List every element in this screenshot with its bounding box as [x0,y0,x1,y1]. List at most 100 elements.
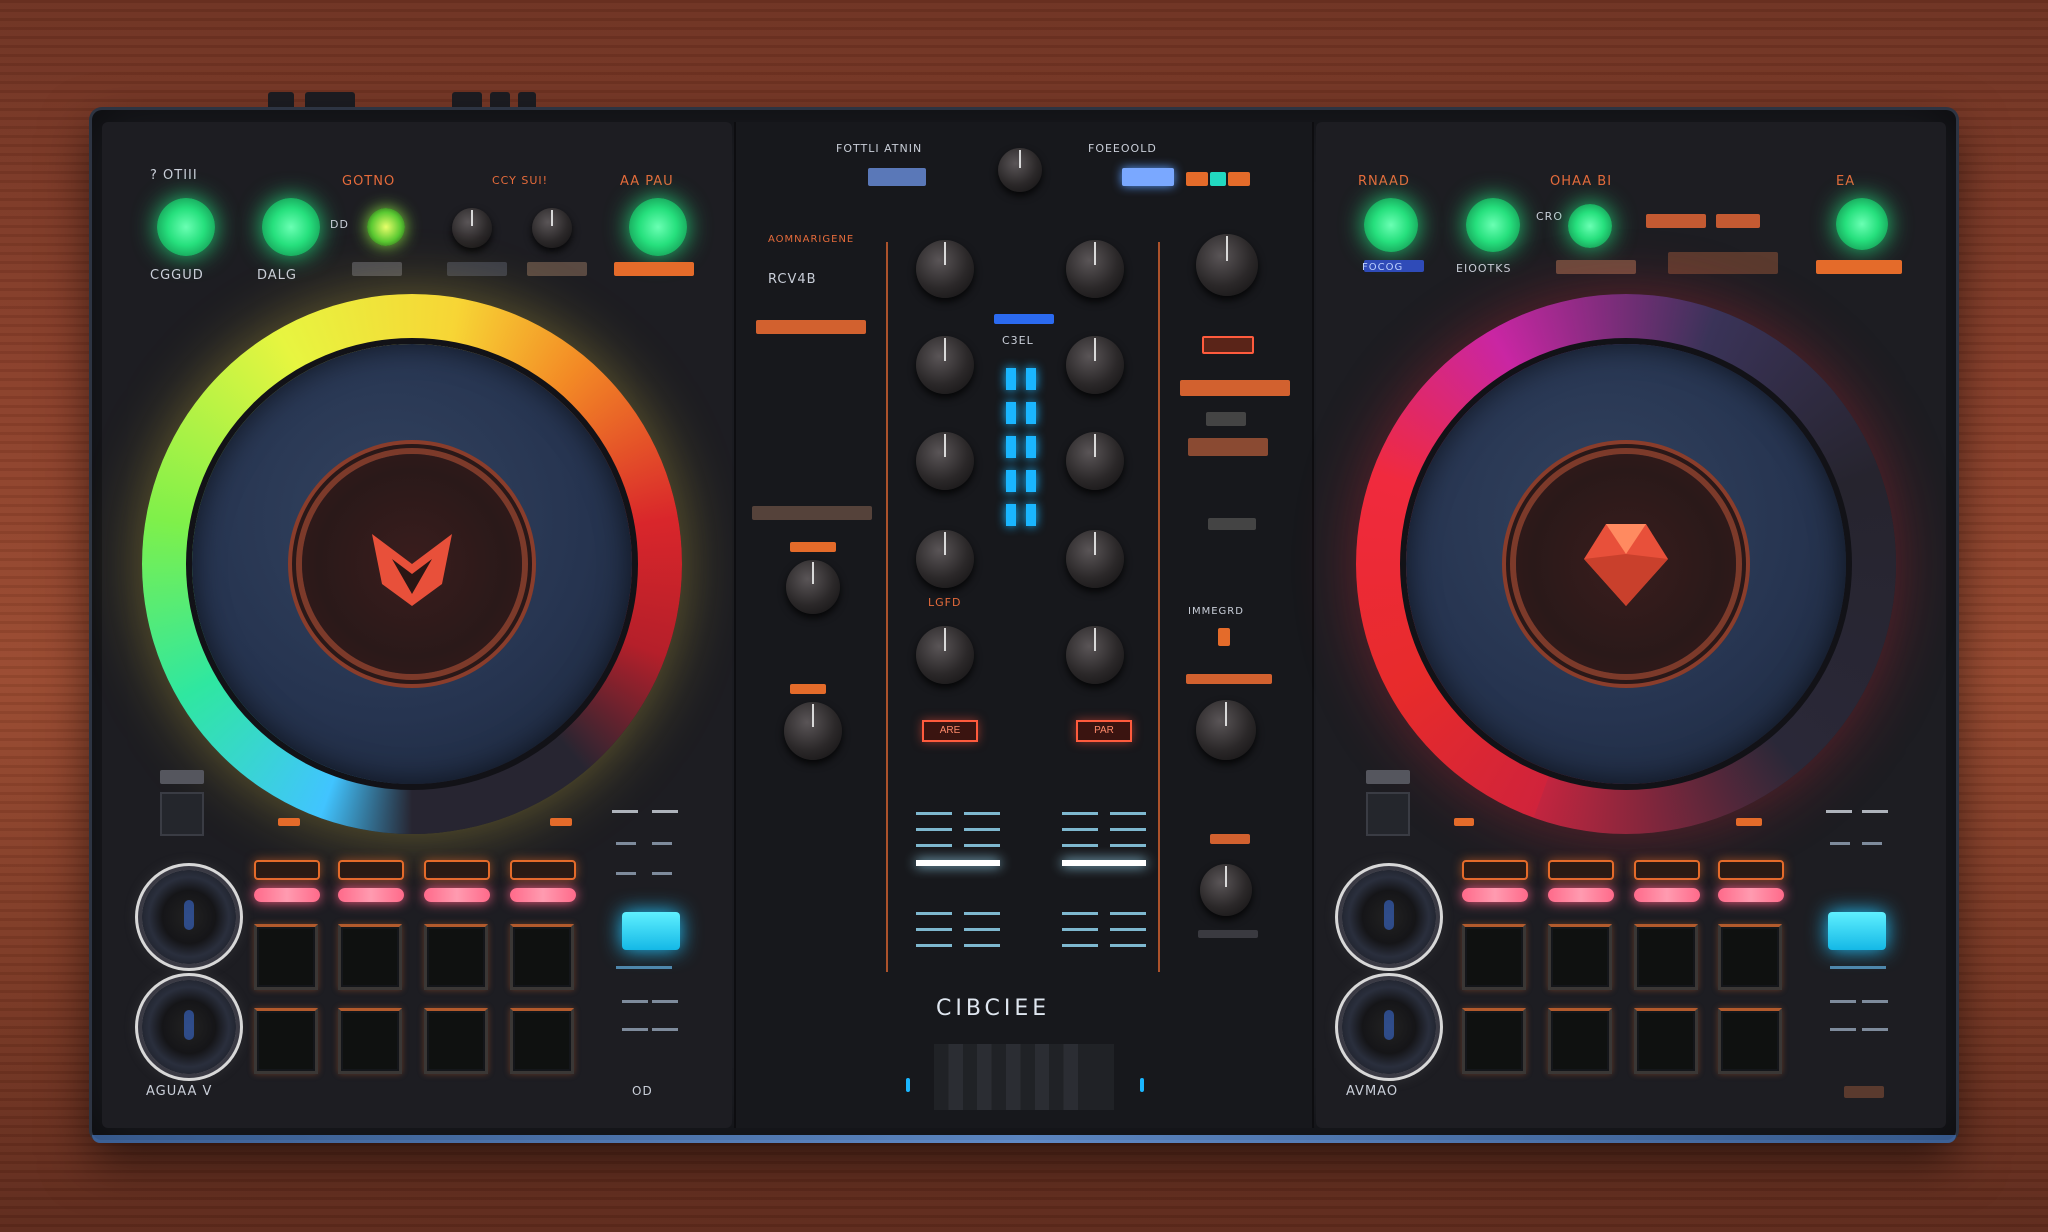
cue-label-b: FOCOG [1362,262,1404,273]
indicator-chip [1228,172,1250,186]
performance-pad-b2[interactable] [1548,924,1612,990]
loop-button-b[interactable] [1366,792,1410,836]
pitch-scale-tick [612,810,638,813]
hot-cue-mode-button-b[interactable] [1462,860,1528,880]
slicer-mode-button-b[interactable] [1634,860,1700,880]
crossfader[interactable] [934,1044,1114,1110]
performance-pad-b3[interactable] [1634,924,1698,990]
fader-scale [1062,912,1098,915]
sync-button[interactable] [367,208,405,246]
roll-mode-button-b[interactable] [1548,860,1614,880]
ch2-filter-knob[interactable] [1066,626,1124,684]
pitch-scale-tick [652,1028,678,1031]
fader-scale [1110,944,1146,947]
level-led [1026,436,1036,458]
fader-scale [964,912,1000,915]
performance-pad-7[interactable] [424,1008,488,1074]
performance-pad-5[interactable] [254,1008,318,1074]
performance-pad-6[interactable] [338,1008,402,1074]
filter-knob-b[interactable] [1342,870,1436,964]
performance-pad-b6[interactable] [1548,1008,1612,1074]
cue-mix-knob[interactable] [784,702,842,760]
performance-pad-b4[interactable] [1718,924,1782,990]
filter-knob[interactable] [142,870,236,964]
performance-pad-2[interactable] [338,924,402,990]
pitch-scale-tick [616,872,636,875]
ch2-cue-button[interactable]: PAR [1076,720,1132,742]
loop-button[interactable] [160,792,204,836]
performance-pad-b7[interactable] [1634,1008,1698,1074]
channel-label: C3EL [1002,334,1034,347]
performance-pad-8[interactable] [510,1008,574,1074]
fx-knob-b[interactable] [1342,980,1436,1074]
deck-a-bottom-label: AGUAA V [146,1084,213,1099]
label-chip [1844,1086,1884,1098]
play-button[interactable] [262,198,320,256]
performance-pad-1[interactable] [254,924,318,990]
shift-button-b[interactable] [1836,198,1888,250]
label-chip [278,818,300,826]
pitch-fader-b[interactable] [1828,912,1886,950]
mode-led [1462,888,1528,902]
ch1-filter-knob[interactable] [916,626,974,684]
ch1-trim-knob[interactable] [916,240,974,298]
performance-pad-3[interactable] [424,924,488,990]
meter-cap [994,314,1054,324]
performance-pad-4[interactable] [510,924,574,990]
hot-cue-mode-button[interactable] [254,860,320,880]
level-led [1006,504,1016,526]
roll-mode-button[interactable] [338,860,404,880]
pitch-scale-tick [616,842,636,845]
display-chip [1122,168,1174,186]
mixer-top-left-label: FOTTLI ATNIN [836,142,923,155]
performance-pad-b1[interactable] [1462,924,1526,990]
label-chip [1454,818,1474,826]
rec-button[interactable] [1202,336,1254,354]
ch2-hi-knob[interactable] [1066,336,1124,394]
sync-button-b[interactable] [1568,204,1612,248]
shift-button[interactable] [629,198,687,256]
slicer-mode-button[interactable] [424,860,490,880]
booth-knob[interactable] [1196,700,1256,760]
label-chip [1188,438,1268,456]
trim-knob[interactable] [452,208,492,248]
performance-pad-b8[interactable] [1718,1008,1782,1074]
ch1-fader[interactable] [916,860,1000,866]
ch2-mid-knob[interactable] [1066,432,1124,490]
ch1-low-knob[interactable] [916,530,974,588]
jog-wheel[interactable] [192,344,632,784]
cue-button[interactable] [157,198,215,256]
cue-button-b[interactable] [1364,198,1418,252]
sampler-mode-button-b[interactable] [1718,860,1784,880]
master-knob[interactable] [998,148,1042,192]
fx-knob[interactable] [142,980,236,1074]
label-chip [550,818,572,826]
label-chip [352,262,402,276]
play-button-b[interactable] [1466,198,1520,252]
pitch-scale-tick [652,872,672,875]
ch2-low-knob[interactable] [1066,530,1124,588]
ch2-trim-knob[interactable] [1066,240,1124,298]
ch1-mid-knob[interactable] [916,432,974,490]
mode-led [424,888,490,902]
ch1-hi-knob[interactable] [916,336,974,394]
label-chip [1556,260,1636,274]
filter-knob-a[interactable] [786,560,840,614]
ch2-fader[interactable] [1062,860,1146,866]
sampler-mode-button[interactable] [510,860,576,880]
level-led [1006,436,1016,458]
deck-a-label-3: CCY SUI! [492,174,549,187]
master-level-knob[interactable] [1196,234,1258,296]
ch1-cue-button[interactable]: ARE [922,720,978,742]
deck-b-label-1: RNAAD [1358,174,1410,189]
label-chip [1208,518,1256,530]
gain-knob[interactable] [532,208,572,248]
fader-scale [964,812,1000,815]
pitch-fader[interactable] [622,912,680,950]
level-led [1026,368,1036,390]
headphone-knob[interactable] [1200,864,1252,916]
pitch-scale-tick [1830,1028,1856,1031]
jog-wheel-b[interactable] [1406,344,1846,784]
performance-pad-b5[interactable] [1462,1008,1526,1074]
mode-led [254,888,320,902]
